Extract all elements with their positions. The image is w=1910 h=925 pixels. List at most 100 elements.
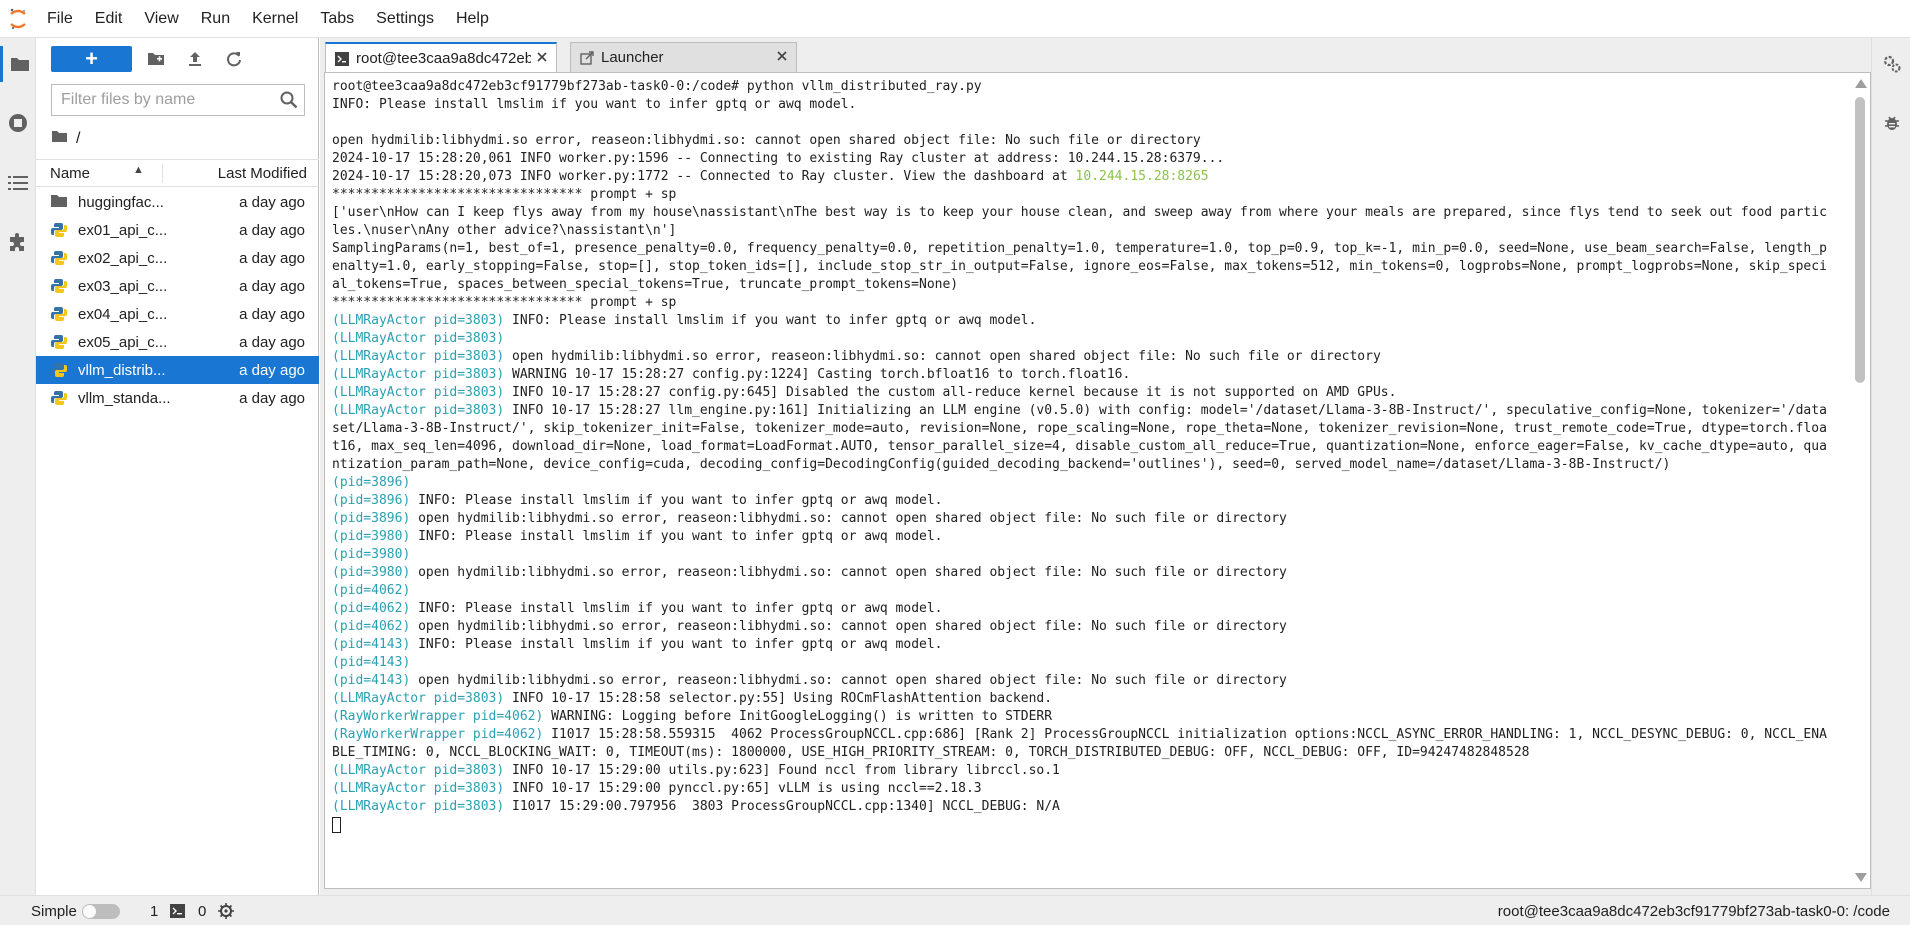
file-row[interactable]: ex01_api_c... a day ago <box>36 216 319 244</box>
tab-label: root@tee3caa9a8dc472eb3c <box>356 50 531 67</box>
line-text: INFO 10-17 15:28:27 llm_engine.py:161] I… <box>332 403 1827 472</box>
process-prefix: (pid=3980) <box>332 547 411 562</box>
terminal-line: (RayWorkerWrapper pid=4062) I1017 15:28:… <box>332 726 1834 762</box>
property-inspector-icon[interactable] <box>1874 46 1910 82</box>
line-text: I1017 15:29:00.797956 3803 ProcessGroupN… <box>504 799 1060 814</box>
terminals-count[interactable]: 1 <box>150 903 158 920</box>
python-file-icon <box>51 334 67 350</box>
new-folder-icon[interactable] <box>144 47 168 71</box>
process-prefix: (pid=4143) <box>332 673 411 688</box>
right-activity-bar <box>1871 38 1910 895</box>
terminal-line: (pid=4062) open hydmilib:libhydmi.so err… <box>332 618 1834 636</box>
menu-file[interactable]: File <box>36 0 84 38</box>
terminal-status-icon[interactable] <box>170 904 185 922</box>
debugger-icon[interactable] <box>1874 105 1910 141</box>
terminal-line: (pid=3980) INFO: Please install lmslim i… <box>332 528 1834 546</box>
column-divider[interactable] <box>162 164 163 183</box>
menu-help[interactable]: Help <box>445 0 500 38</box>
terminal-line: (pid=3896) open hydmilib:libhydmi.so err… <box>332 510 1834 528</box>
main-dock-area: root@tee3caa9a8dc472eb3c Launcher root@t… <box>320 38 1871 895</box>
scroll-down-arrow-icon[interactable] <box>1855 873 1867 882</box>
terminal-line: (pid=4143) open hydmilib:libhydmi.so err… <box>332 672 1834 690</box>
file-modified: a day ago <box>239 222 305 239</box>
python-file-icon <box>51 222 67 238</box>
file-name: vllm_distrib... <box>78 362 166 379</box>
breadcrumb-root[interactable]: / <box>76 130 80 148</box>
kernels-count[interactable]: 0 <box>198 903 206 920</box>
file-row[interactable]: vllm_standa... a day ago <box>36 384 319 412</box>
terminal-line: (LLMRayActor pid=3803) INFO: Please inst… <box>332 312 1834 330</box>
upload-icon[interactable] <box>183 47 207 71</box>
file-row[interactable]: ex03_api_c... a day ago <box>36 272 319 300</box>
line-text: root@tee3caa9a8dc472eb3cf91779bf273ab-ta… <box>332 79 982 94</box>
line-text: INFO: Please install lmslim if you want … <box>332 97 857 112</box>
tab-terminal[interactable]: root@tee3caa9a8dc472eb3c <box>325 42 557 72</box>
line-text: INFO 10-17 15:29:00 utils.py:623] Found … <box>504 763 1060 778</box>
file-row[interactable]: vllm_distrib... a day ago <box>36 356 319 384</box>
jupyter-logo-icon <box>0 0 36 38</box>
menu-kernel[interactable]: Kernel <box>241 0 309 38</box>
search-icon[interactable] <box>280 91 298 109</box>
column-header-name[interactable]: Name <box>50 165 90 182</box>
simple-mode-label: Simple <box>31 903 77 920</box>
terminal-panel[interactable]: root@tee3caa9a8dc472eb3cf91779bf273ab-ta… <box>324 72 1871 889</box>
file-row[interactable]: huggingfac... a day ago <box>36 188 319 216</box>
column-header-last-modified[interactable]: Last Modified <box>218 165 307 182</box>
file-browser-icon[interactable] <box>0 46 36 82</box>
line-text: INFO: Please install lmslim if you want … <box>410 493 943 508</box>
python-file-icon <box>51 306 67 322</box>
scroll-thumb[interactable] <box>1855 97 1865 383</box>
menu-view[interactable]: View <box>133 0 189 38</box>
menu-settings[interactable]: Settings <box>365 0 445 38</box>
file-name: ex01_api_c... <box>78 222 168 239</box>
left-activity-bar <box>0 38 36 895</box>
process-prefix: (LLMRayActor pid=3803) <box>332 781 505 796</box>
file-name: huggingfac... <box>78 194 164 211</box>
terminal-line: (LLMRayActor pid=3803) INFO 10-17 15:28:… <box>332 384 1834 402</box>
process-prefix: (pid=4062) <box>332 619 411 634</box>
menu-edit[interactable]: Edit <box>84 0 134 38</box>
process-prefix: (RayWorkerWrapper pid=4062) <box>332 727 544 742</box>
simple-mode-toggle[interactable] <box>82 904 120 919</box>
terminal-line: (LLMRayActor pid=3803) open hydmilib:lib… <box>332 348 1834 366</box>
file-modified: a day ago <box>239 362 305 379</box>
close-icon[interactable] <box>775 49 789 63</box>
menu-tabs[interactable]: Tabs <box>309 0 365 38</box>
refresh-icon[interactable] <box>222 47 246 71</box>
kernel-status-icon[interactable] <box>218 903 234 923</box>
terminal-line: 2024-10-17 15:28:20,073 INFO worker.py:1… <box>332 168 1834 186</box>
process-prefix: (pid=3980) <box>332 529 411 544</box>
folder-root-icon[interactable] <box>51 130 68 148</box>
terminal-scrollbar[interactable] <box>1853 75 1867 886</box>
file-name: ex04_api_c... <box>78 306 168 323</box>
file-row[interactable]: ex02_api_c... a day ago <box>36 244 319 272</box>
running-sessions-icon[interactable] <box>0 105 36 141</box>
terminal-line: ******************************** prompt … <box>332 294 1834 312</box>
menu-run[interactable]: Run <box>190 0 241 38</box>
terminal-line: (pid=3980) <box>332 546 1834 564</box>
python-file-icon <box>51 250 67 266</box>
close-icon[interactable] <box>535 50 549 64</box>
dashboard-link[interactable]: 10.244.15.28:8265 <box>1076 169 1209 184</box>
terminal-line: 2024-10-17 15:28:20,061 INFO worker.py:1… <box>332 150 1834 168</box>
terminal-line: (pid=4062) INFO: Please install lmslim i… <box>332 600 1834 618</box>
terminal-prompt-line[interactable] <box>332 816 1834 834</box>
line-text: INFO 10-17 15:28:58 selector.py:55] Usin… <box>504 691 1053 706</box>
process-prefix: (LLMRayActor pid=3803) <box>332 403 505 418</box>
tab-launcher[interactable]: Launcher <box>570 42 797 72</box>
terminal-line: (RayWorkerWrapper pid=4062) WARNING: Log… <box>332 708 1834 726</box>
file-filter-input[interactable] <box>52 85 272 115</box>
line-text: open hydmilib:libhydmi.so error, reaseon… <box>332 133 1201 148</box>
new-launcher-button[interactable]: + <box>51 46 132 72</box>
file-name: vllm_standa... <box>78 390 171 407</box>
extension-manager-icon[interactable] <box>0 225 36 261</box>
sort-ascending-icon[interactable]: ▲ <box>133 164 144 176</box>
terminal-line: (pid=4143) INFO: Please install lmslim i… <box>332 636 1834 654</box>
file-row[interactable]: ex05_api_c... a day ago <box>36 328 319 356</box>
file-row[interactable]: ex04_api_c... a day ago <box>36 300 319 328</box>
file-modified: a day ago <box>239 278 305 295</box>
scroll-up-arrow-icon[interactable] <box>1855 79 1867 88</box>
table-of-contents-icon[interactable] <box>0 165 36 201</box>
terminal-line: open hydmilib:libhydmi.so error, reaseon… <box>332 132 1834 150</box>
process-prefix: (pid=3896) <box>332 493 411 508</box>
